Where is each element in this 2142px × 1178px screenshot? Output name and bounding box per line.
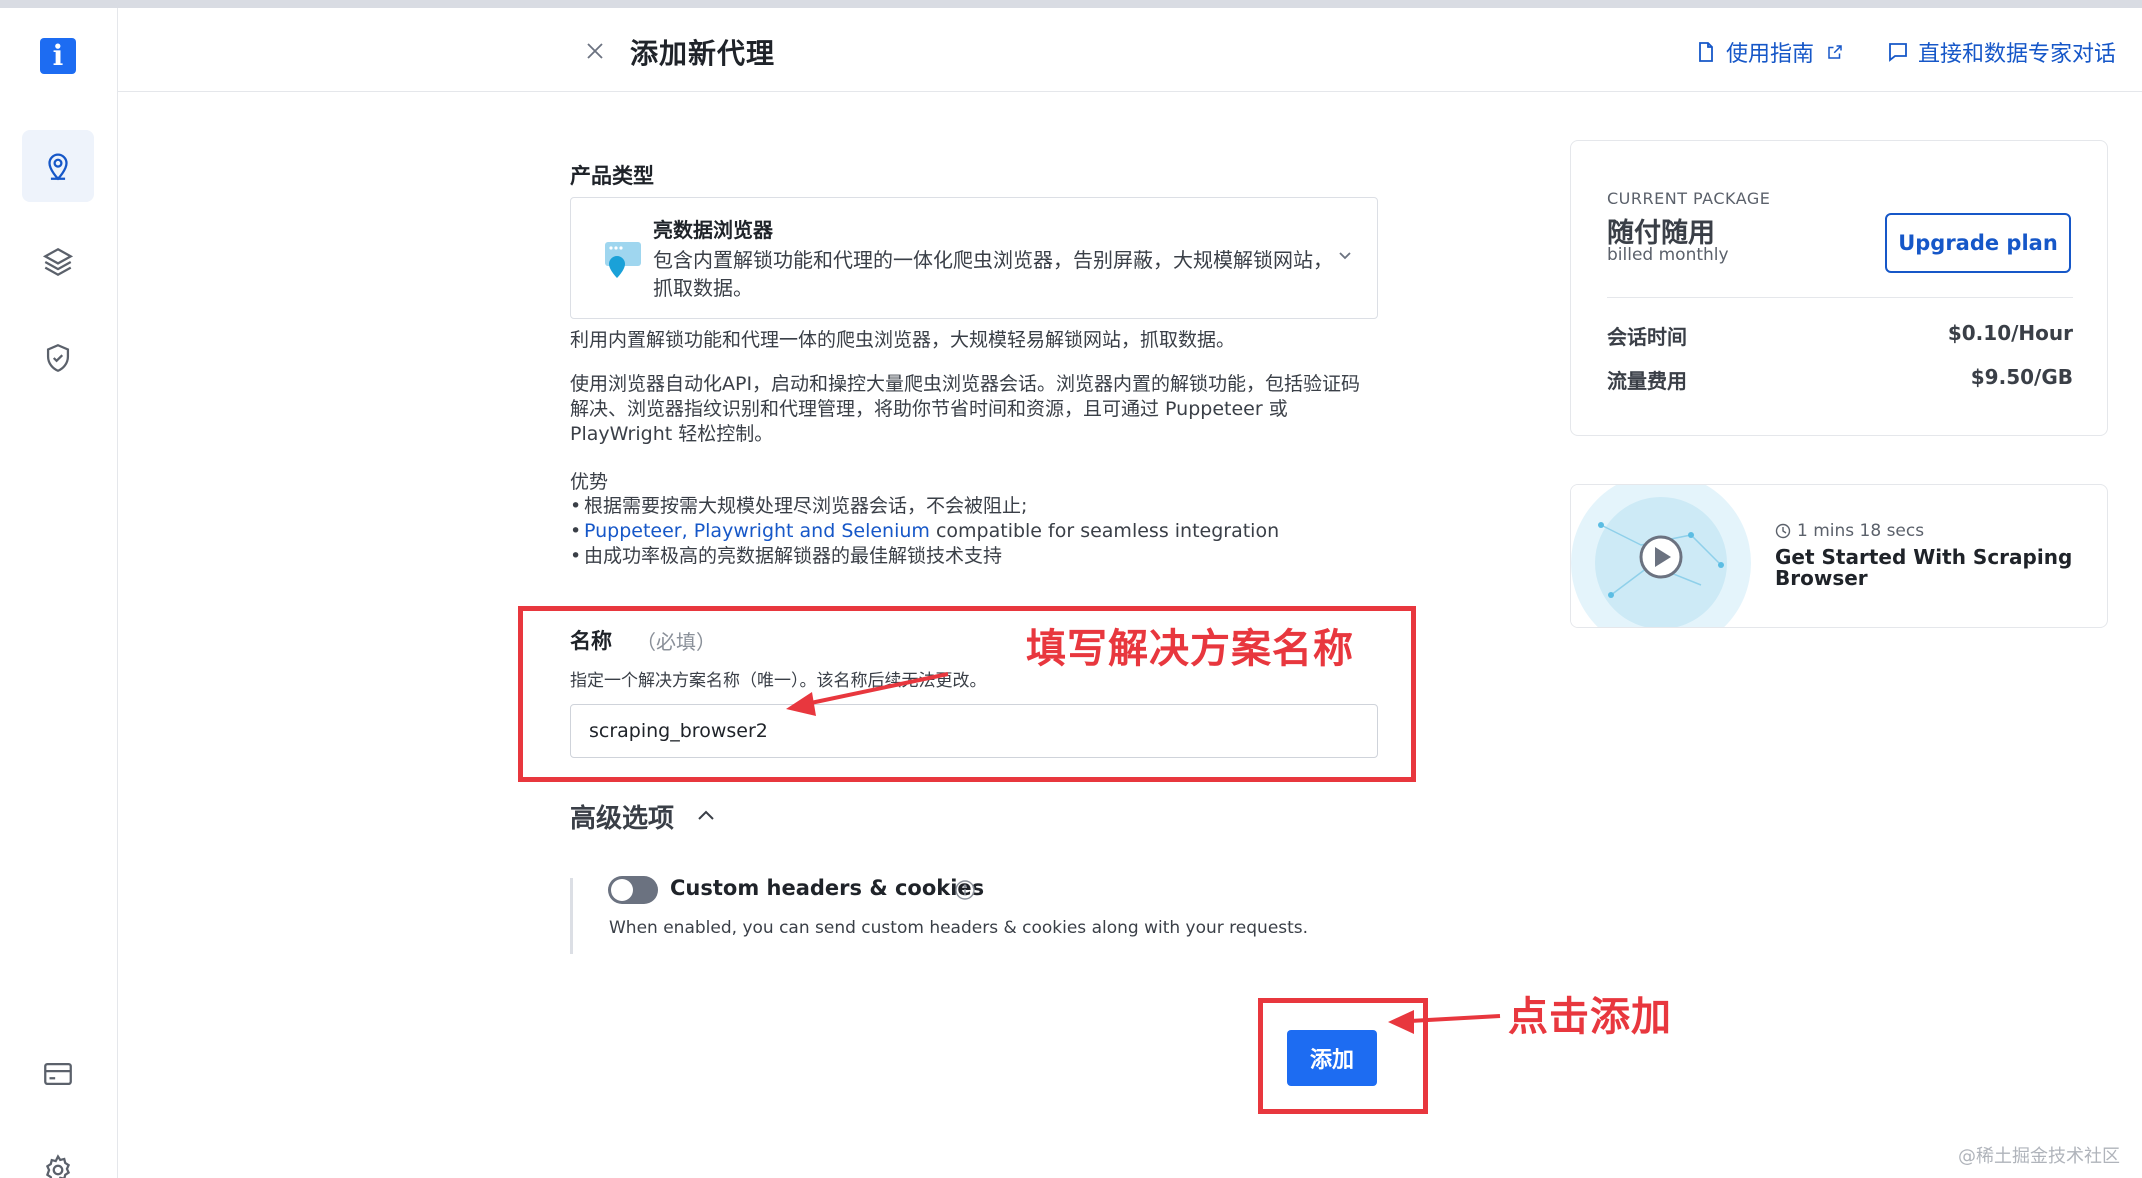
settings-gear-icon: [45, 1154, 71, 1178]
watermark: @稀土掘金技术社区: [1958, 1146, 2120, 1167]
advantage-item-text: compatible for seamless integration: [929, 520, 1280, 542]
video-tutorial-card[interactable]: 1 mins 18 secs Get Started With Scraping…: [1570, 484, 2108, 628]
external-link-icon: [1828, 45, 1842, 59]
video-duration: 1 mins 18 secs: [1775, 521, 1924, 541]
upgrade-plan-button[interactable]: Upgrade plan: [1885, 213, 2071, 273]
custom-headers-toggle[interactable]: [608, 876, 658, 904]
custom-headers-label: Custom headers & cookies: [670, 876, 985, 900]
expert-chat-label: 直接和数据专家对话: [1918, 42, 2117, 67]
price-value: $0.10/Hour: [1947, 321, 2073, 345]
annotation-click-note: 点击添加: [1508, 994, 1672, 1040]
document-icon: [1699, 42, 1713, 62]
info-icon[interactable]: [954, 879, 976, 901]
advantages-label: 优势: [570, 471, 609, 493]
product-type-label: 产品类型: [570, 164, 654, 188]
brand-logo[interactable]: i: [40, 38, 76, 74]
close-button[interactable]: [578, 34, 612, 68]
price-label: 流量费用: [1607, 369, 1687, 393]
video-thumbnail[interactable]: [1571, 485, 1751, 628]
advantage-item: 根据需要按需大规模处理尽浏览器会话，不会被阻止;: [570, 494, 1027, 519]
billing-card-icon: [44, 1062, 72, 1086]
sidebar-item-billing[interactable]: [22, 1038, 94, 1110]
chevron-up-icon[interactable]: [694, 804, 718, 828]
advantage-item: 由成功率极高的亮数据解锁器的最佳解锁技术支持: [570, 544, 1002, 569]
browser-product-icon: [605, 242, 641, 278]
product-detail: 使用浏览器自动化API，启动和操控大量爬虫浏览器会话。浏览器内置的解锁功能，包括…: [570, 373, 1361, 445]
video-title[interactable]: Get Started With Scraping Browser: [1775, 547, 2075, 589]
guide-link[interactable]: 使用指南: [1694, 36, 1844, 68]
current-package-card: CURRENT PACKAGE 随付随用 billed monthly Upgr…: [1570, 140, 2108, 436]
location-pin-icon: [48, 153, 68, 181]
divider: [1607, 297, 2073, 298]
close-icon: [587, 43, 603, 59]
sidebar-item-proxies[interactable]: [22, 130, 94, 202]
play-icon[interactable]: [1639, 535, 1683, 579]
chat-bubble-icon: [1889, 43, 1907, 62]
advanced-options-rail: [570, 878, 576, 954]
video-duration-text: 1 mins 18 secs: [1797, 521, 1925, 541]
advantage-item: Puppeteer, Playwright and Selenium compa…: [570, 519, 1280, 544]
page-title: 添加新代理: [630, 37, 776, 70]
price-label: 会话时间: [1607, 325, 1687, 349]
sidebar-item-settings[interactable]: [22, 1134, 94, 1178]
custom-headers-description: When enabled, you can send custom header…: [609, 918, 1309, 938]
annotation-name-note: 填写解决方案名称: [1026, 626, 1354, 672]
window-top-border: [0, 0, 2142, 8]
product-summary: 利用内置解锁功能和代理一体的爬虫浏览器，大规模轻易解锁网站，抓取数据。: [570, 329, 1236, 351]
shield-check-icon: [46, 344, 70, 372]
package-caption: CURRENT PACKAGE: [1607, 189, 1771, 208]
price-row: 会话时间 $0.10/Hour: [1607, 321, 2073, 350]
frameworks-link[interactable]: Puppeteer, Playwright and Selenium: [584, 520, 930, 542]
expert-chat-link[interactable]: 直接和数据专家对话: [1886, 36, 2116, 68]
clock-icon: [1775, 523, 1791, 539]
sidebar: i: [0, 8, 118, 1178]
product-card-description: 包含内置解锁功能和代理的一体化爬虫浏览器，告别屏蔽，大规模解锁网站，抓取数据。: [653, 248, 1333, 300]
product-name: 亮数据浏览器: [653, 218, 773, 242]
chevron-down-icon: [1339, 252, 1351, 260]
layers-icon: [42, 247, 74, 277]
annotation-add-box: [1258, 998, 1428, 1114]
guide-link-label: 使用指南: [1726, 42, 1815, 67]
product-type-select[interactable]: 亮数据浏览器 包含内置解锁功能和代理的一体化爬虫浏览器，告别屏蔽，大规模解锁网站…: [570, 197, 1378, 319]
advanced-options-toggle[interactable]: 高级选项: [570, 798, 674, 835]
sidebar-item-datasets[interactable]: [22, 226, 94, 298]
price-row: 流量费用 $9.50/GB: [1607, 365, 2073, 394]
package-billing: billed monthly: [1607, 245, 1729, 265]
price-value: $9.50/GB: [1970, 365, 2073, 389]
sidebar-item-security[interactable]: [22, 322, 94, 394]
page-header: 添加新代理 使用指南 直接和数据专家对话: [118, 8, 2142, 92]
